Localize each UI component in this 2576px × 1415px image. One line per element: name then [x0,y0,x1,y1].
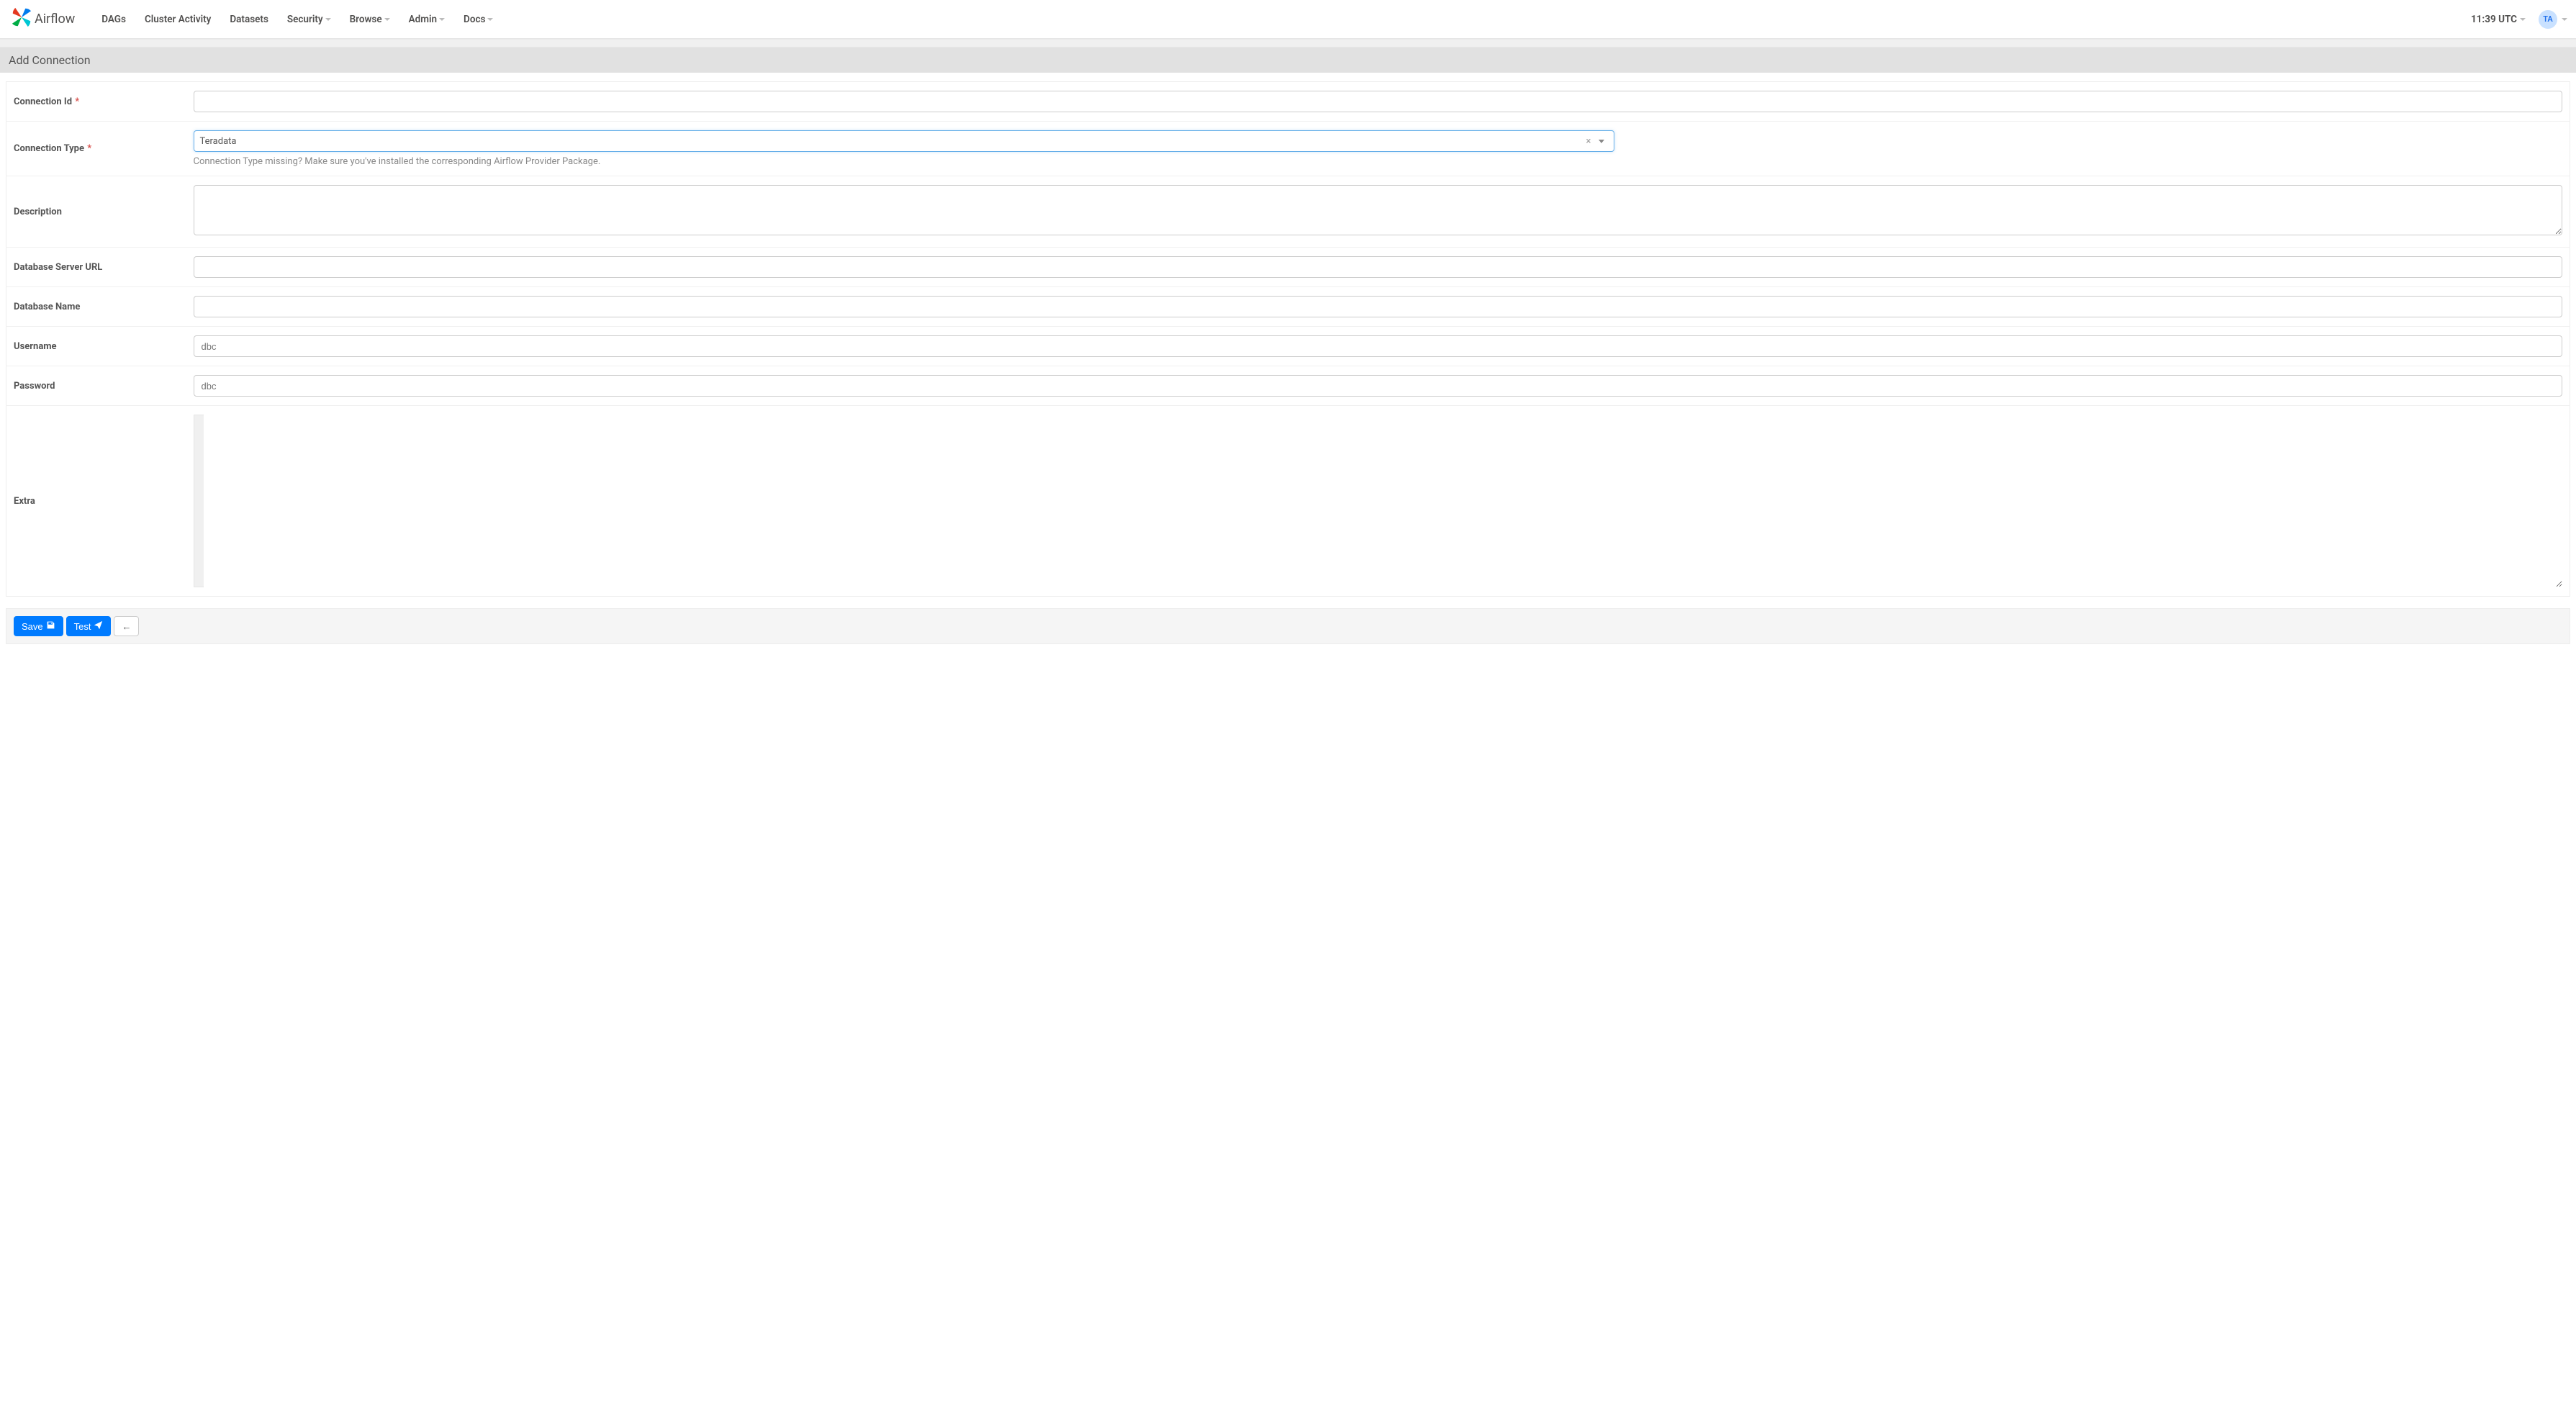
nav-item-browse[interactable]: Browse [340,0,399,39]
conn-id-field[interactable] [194,91,2563,112]
label-username: Username [14,341,57,352]
label-db-name: Database Name [14,302,80,312]
nav-list: DAGs Cluster Activity Datasets Security … [92,0,502,39]
db-server-url-field[interactable] [194,256,2563,278]
extra-field[interactable] [204,415,2563,587]
nav-item-security[interactable]: Security [278,0,340,39]
db-name-field[interactable] [194,296,2563,317]
conn-type-help: Connection Type missing? Make sure you'v… [194,156,2563,167]
label-conn-type: Connection Type [14,143,84,154]
chevron-down-icon[interactable] [1595,140,1608,143]
top-navbar: Airflow DAGs Cluster Activity Datasets S… [0,0,2576,39]
conn-type-value: Teradata [200,136,1582,147]
label-password: Password [14,381,55,392]
nav-item-dags[interactable]: DAGs [92,0,135,39]
user-menu[interactable]: TA [2539,10,2567,29]
save-button[interactable]: Save [14,616,63,636]
form-toolbar: Save Test ← [6,608,2570,644]
nav-item-cluster[interactable]: Cluster Activity [135,0,220,39]
conn-type-select[interactable]: Teradata × [194,130,1615,152]
page-title: Add Connection [0,48,2576,73]
code-gutter [194,415,204,587]
clear-icon[interactable]: × [1581,136,1595,147]
test-label: Test [74,621,91,632]
password-field[interactable] [194,375,2563,397]
arrow-left-icon: ← [122,621,131,632]
label-db-server-url: Database Server URL [14,262,102,273]
nav-item-datasets[interactable]: Datasets [220,0,278,39]
clock[interactable]: 11:39 UTC [2465,14,2531,25]
nav-item-docs[interactable]: Docs [454,0,502,39]
brand-text: Airflow [35,12,75,27]
label-description: Description [14,207,62,217]
description-field[interactable] [194,185,2563,235]
paper-plane-icon [94,620,103,632]
brand-link[interactable]: Airflow [6,7,81,31]
test-button[interactable]: Test [66,616,112,636]
label-extra: Extra [14,496,35,507]
save-icon [46,620,55,632]
required-marker: * [75,96,79,107]
connection-form: Connection Id * Connection Type * Terada… [6,81,2570,597]
username-field[interactable] [194,335,2563,357]
required-marker: * [87,143,91,154]
airflow-logo-icon [12,7,35,31]
label-conn-id: Connection Id [14,96,72,107]
back-button[interactable]: ← [114,616,139,636]
avatar: TA [2539,10,2557,29]
breadcrumb-spacer [0,39,2576,48]
nav-item-admin[interactable]: Admin [399,0,454,39]
save-label: Save [22,621,43,632]
